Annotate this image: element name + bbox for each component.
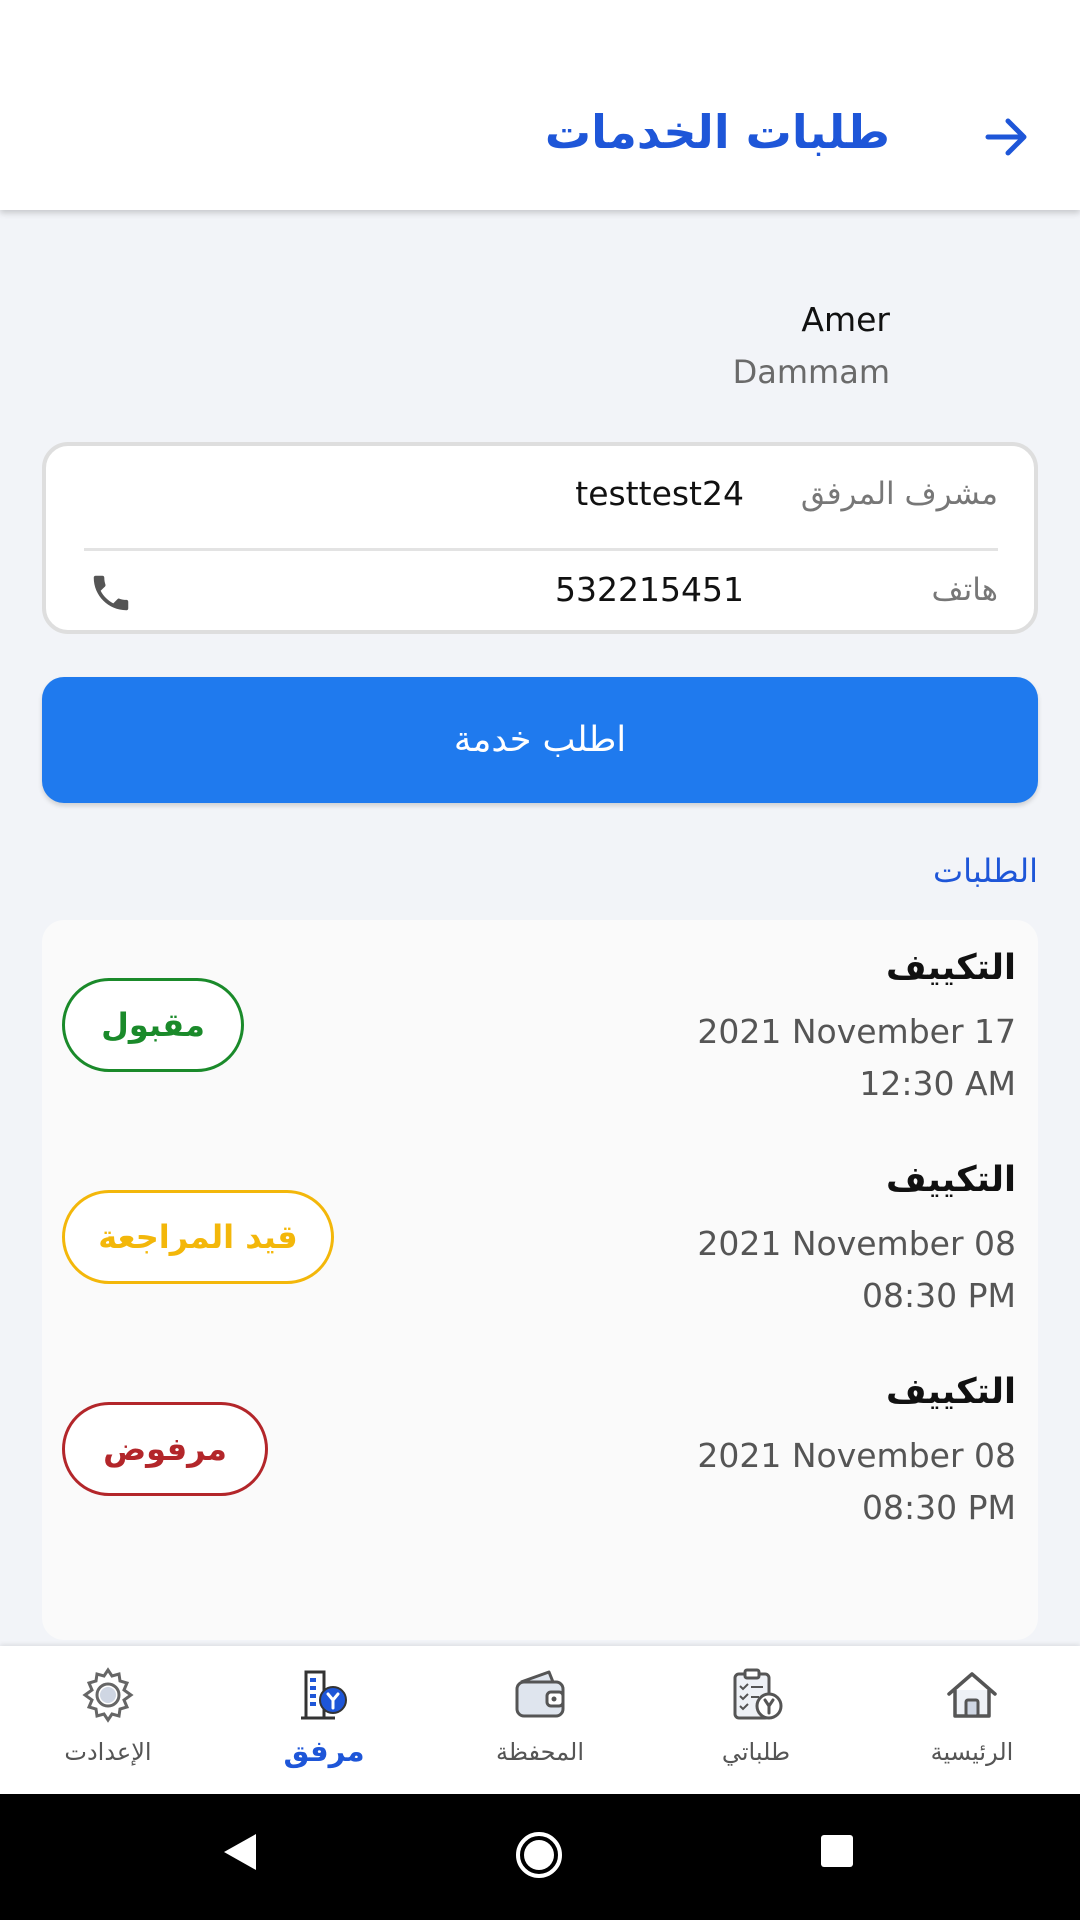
divider: [84, 548, 998, 551]
order-date: 2021 November 08: [697, 1436, 1016, 1475]
nav-item-facility[interactable]: مرفق: [216, 1646, 432, 1794]
status-badge-accepted: مقبول: [62, 978, 244, 1072]
gear-icon: [82, 1667, 134, 1723]
order-date: 2021 November 08: [697, 1224, 1016, 1263]
order-date: 2021 November 17: [697, 1012, 1016, 1051]
order-item[interactable]: التكييف 2021 November 08 08:30 PM مرفوض: [42, 1344, 1038, 1544]
nav-item-settings[interactable]: الإعدادت: [0, 1646, 216, 1794]
order-time: 12:30 AM: [859, 1064, 1016, 1103]
order-type: التكييف: [885, 1372, 1016, 1412]
phone-row: هاتف 532215451: [46, 552, 1034, 632]
nav-label-home: الرئيسية: [930, 1738, 1014, 1766]
profile-city: Dammam: [732, 353, 890, 391]
phone-label: هاتف: [931, 572, 998, 608]
request-service-button[interactable]: اطلب خدمة: [42, 677, 1038, 803]
clipboard-icon: [733, 1668, 783, 1720]
nav-item-home[interactable]: الرئيسية: [864, 1646, 1080, 1794]
wallet-icon: [515, 1670, 565, 1718]
back-triangle-icon[interactable]: [222, 1832, 258, 1872]
nav-item-wallet[interactable]: المحفظة: [432, 1646, 648, 1794]
facility-icon: [301, 1670, 347, 1720]
recents-square-icon[interactable]: [820, 1834, 854, 1868]
phone-value: 532215451: [555, 570, 744, 609]
supervisor-value: testtest24: [575, 474, 744, 513]
arrow-right-icon[interactable]: [982, 112, 1032, 162]
orders-list: التكييف 2021 November 17 12:30 AM مقبول …: [42, 920, 1038, 1640]
page-title: طلبات الخدمات: [544, 105, 890, 159]
orders-section-title: الطلبات: [932, 852, 1038, 890]
nav-label-settings: الإعدادت: [64, 1738, 152, 1766]
app-header: طلبات الخدمات: [0, 0, 1080, 210]
order-time: 08:30 PM: [862, 1276, 1016, 1315]
bottom-navigation: الإعدادت مرفق المحفظة طلباتي الرئيسية: [0, 1646, 1080, 1794]
status-badge-rejected: مرفوض: [62, 1402, 268, 1496]
profile-name: Amer: [801, 300, 890, 339]
supervisor-label: مشرف المرفق: [800, 476, 998, 512]
system-navigation-bar: [0, 1794, 1080, 1920]
facility-info-card: مشرف المرفق testtest24 هاتف 532215451: [42, 442, 1038, 634]
nav-label-my-orders: طلباتي: [721, 1738, 791, 1766]
supervisor-row: مشرف المرفق testtest24: [46, 456, 1034, 551]
nav-item-my-orders[interactable]: طلباتي: [648, 1646, 864, 1794]
nav-label-facility: مرفق: [283, 1734, 365, 1768]
order-type: التكييف: [885, 1160, 1016, 1200]
status-badge-under-review: قيد المراجعة: [62, 1190, 334, 1284]
order-item[interactable]: التكييف 2021 November 08 08:30 PM قيد ال…: [42, 1132, 1038, 1332]
home-circle-icon[interactable]: [514, 1830, 564, 1880]
order-item[interactable]: التكييف 2021 November 17 12:30 AM مقبول: [42, 920, 1038, 1120]
home-icon: [947, 1672, 997, 1718]
phone-icon[interactable]: [88, 570, 134, 616]
order-time: 08:30 PM: [862, 1488, 1016, 1527]
order-type: التكييف: [885, 948, 1016, 988]
nav-label-wallet: المحفظة: [495, 1738, 585, 1766]
